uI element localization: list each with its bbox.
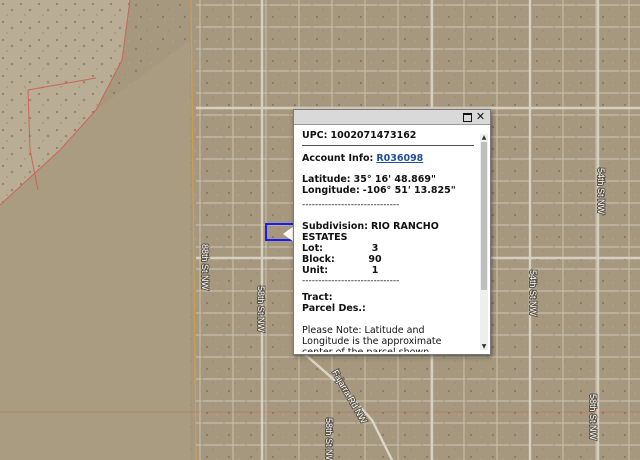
account-label: Account Info: bbox=[302, 153, 374, 164]
subdivision-label: Subdivision: bbox=[302, 221, 368, 232]
close-icon: ✕ bbox=[475, 110, 486, 123]
street-label-bottom-center: 58th St NW bbox=[324, 418, 334, 460]
account-row: Account Info: R036098 bbox=[302, 153, 474, 164]
scroll-thumb[interactable] bbox=[481, 142, 487, 290]
upc-value: 1002071473162 bbox=[330, 130, 417, 141]
dashed-separator-2: ------------------------------ bbox=[302, 276, 400, 286]
unit-label: Unit: bbox=[302, 265, 329, 276]
longitude-label: Longitude: bbox=[302, 185, 360, 196]
parcel-des-label: Parcel Des.: bbox=[302, 303, 366, 314]
street-label-left: 88th St NW bbox=[200, 244, 210, 291]
latitude-label: Latitude: bbox=[302, 174, 351, 185]
lot-row: Lot: 3 bbox=[302, 243, 474, 254]
latitude-row: Latitude: 35° 16' 48.869" bbox=[302, 174, 474, 185]
block-row: Block: 90 bbox=[302, 254, 474, 265]
upc-label: UPC: bbox=[302, 130, 328, 141]
block-value: 90 bbox=[368, 254, 382, 265]
street-label-right-mid: 54th St NW bbox=[528, 270, 538, 317]
maximize-button[interactable] bbox=[462, 111, 473, 122]
latitude-value: 35° 16' 48.869" bbox=[353, 174, 436, 185]
scroll-down-icon[interactable]: ▼ bbox=[480, 343, 488, 350]
block-label: Block: bbox=[302, 254, 335, 265]
popup-title-bar[interactable]: ✕ bbox=[294, 110, 490, 125]
parcel-info-popup: ✕ UPC: 1002071473162 Account Info: R0360… bbox=[293, 109, 491, 355]
close-button[interactable]: ✕ bbox=[475, 111, 486, 122]
longitude-row: Longitude: -106° 51' 13.825" bbox=[302, 185, 474, 196]
unit-row: Unit: 1 bbox=[302, 265, 474, 276]
tract-label: Tract: bbox=[302, 292, 333, 303]
subdivision-row: Subdivision: RIO RANCHO ESTATES bbox=[302, 221, 474, 243]
longitude-value: -106° 51' 13.825" bbox=[362, 185, 456, 196]
lot-value: 3 bbox=[371, 243, 379, 254]
account-link[interactable]: R036098 bbox=[376, 153, 423, 164]
unit-value: 1 bbox=[371, 265, 379, 276]
street-label-bottom-right: 58th St NW bbox=[588, 394, 598, 441]
lot-label: Lot: bbox=[302, 243, 323, 254]
street-label-58th: 58th St NW bbox=[256, 286, 266, 333]
dashed-separator-1: ------------------------------ bbox=[302, 200, 400, 210]
location-note: Please Note: Latitude and Longitude is t… bbox=[302, 325, 442, 352]
scroll-up-icon[interactable]: ▲ bbox=[480, 134, 488, 141]
upc-row: UPC: 1002071473162 bbox=[302, 130, 474, 141]
popup-content: UPC: 1002071473162 Account Info: R036098… bbox=[302, 130, 474, 352]
maximize-icon bbox=[463, 113, 472, 122]
divider bbox=[302, 145, 474, 146]
street-label-right-top: 54th St NW bbox=[596, 168, 606, 215]
popup-scrollbar[interactable]: ▲ ▼ bbox=[480, 134, 488, 350]
